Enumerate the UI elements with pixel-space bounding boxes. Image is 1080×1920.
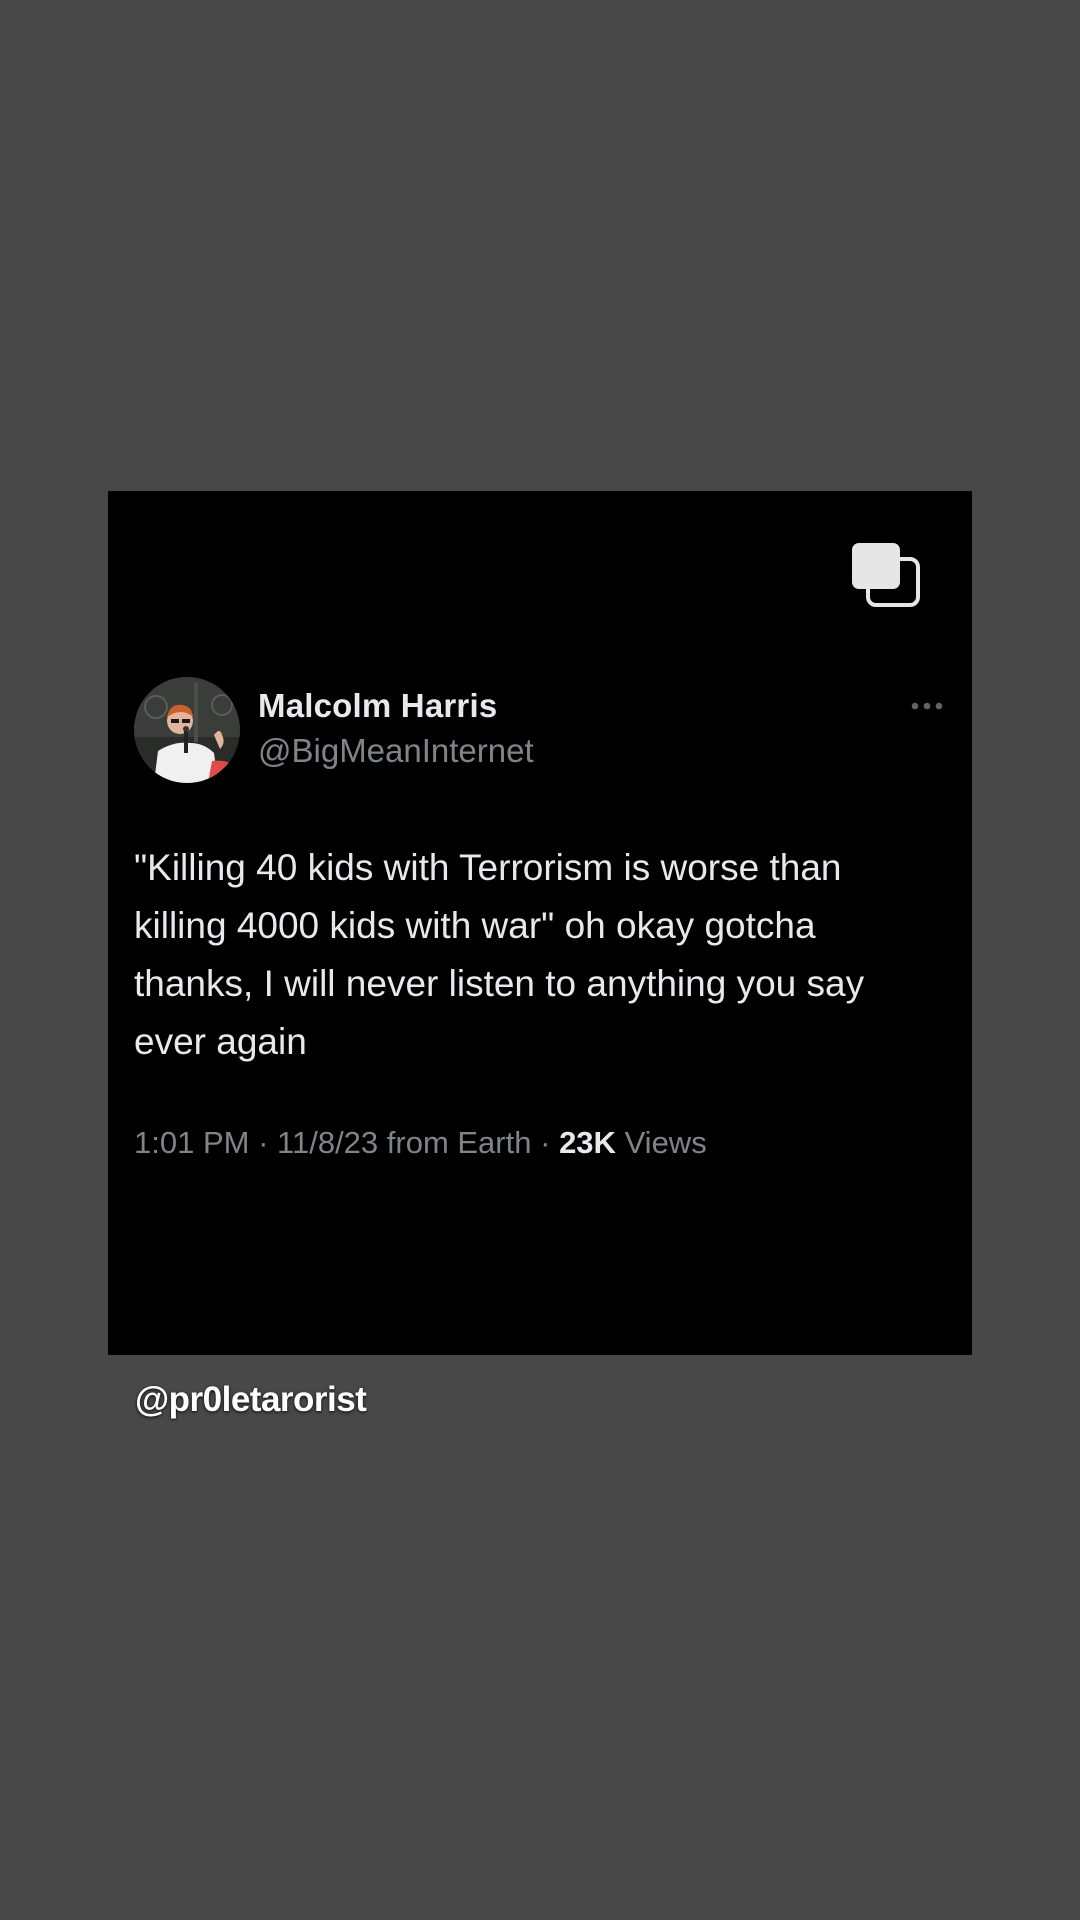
watermark-handle: @pr0letarorist xyxy=(135,1380,367,1419)
avatar-photo-icon xyxy=(134,677,240,783)
author-handle[interactable]: @BigMeanInternet xyxy=(258,732,534,770)
story-canvas: Malcolm Harris @BigMeanInternet "Killing… xyxy=(0,0,1080,1920)
views-label: Views xyxy=(624,1125,707,1160)
author-display-name[interactable]: Malcolm Harris xyxy=(258,687,497,725)
tweet-date-source: 11/8/23 from Earth xyxy=(277,1125,532,1160)
views-count: 23K xyxy=(559,1125,616,1160)
meta-separator: · xyxy=(258,1125,269,1160)
avatar[interactable] xyxy=(134,677,240,783)
tweet-time: 1:01 PM xyxy=(134,1125,250,1160)
tweet-card[interactable]: Malcolm Harris @BigMeanInternet "Killing… xyxy=(108,491,972,1355)
meta-separator: · xyxy=(540,1125,551,1160)
more-options-icon[interactable] xyxy=(910,701,944,711)
multiple-images-icon xyxy=(852,543,920,607)
tweet-meta: 1:01 PM · 11/8/23 from Earth · 23K Views xyxy=(134,1125,707,1161)
tweet-text: "Killing 40 kids with Terrorism is worse… xyxy=(134,847,865,1062)
